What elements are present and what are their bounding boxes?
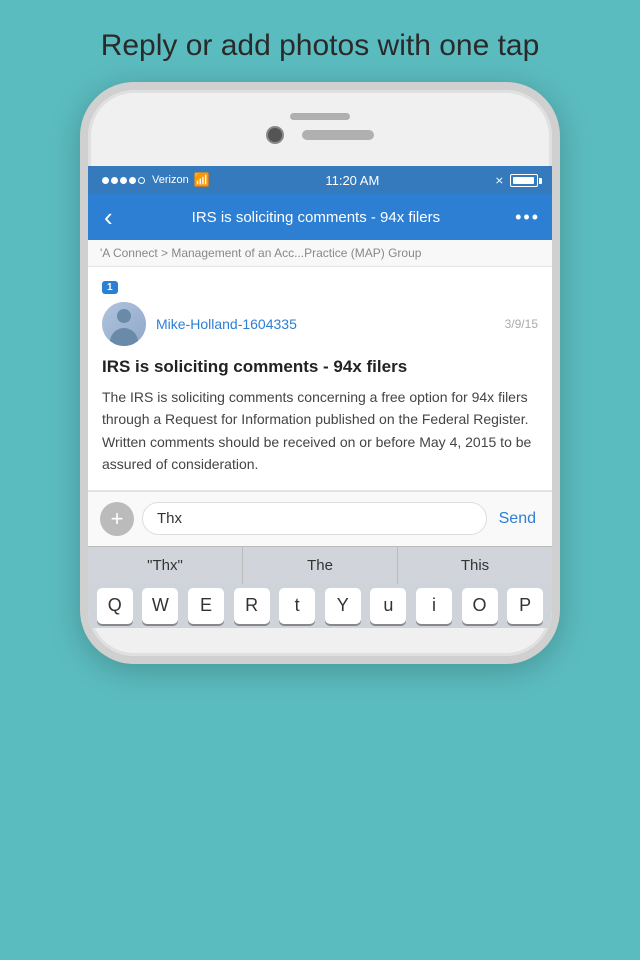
status-time: 11:20 AM [325, 173, 379, 188]
carrier-label: Verizon [152, 174, 189, 186]
autocomplete-bar: "Thx" The This [88, 546, 552, 584]
key-y[interactable]: Y [325, 588, 361, 624]
status-left: Verizon 📶 [102, 172, 210, 188]
sleep-button [558, 178, 560, 230]
add-media-button[interactable]: + [100, 502, 134, 536]
signal-dot-1 [102, 177, 109, 184]
post-date: 3/9/15 [505, 317, 538, 331]
battery-fill [513, 177, 534, 184]
wifi-icon: 📶 [194, 172, 210, 188]
bluetooth-icon: ⨯ [495, 174, 504, 187]
post-header: Mike-Holland-1604335 3/9/15 [102, 302, 538, 346]
back-button[interactable]: ‹ [100, 204, 117, 230]
post-badge: 1 [102, 281, 118, 294]
autocomplete-item-1[interactable]: The [243, 547, 398, 584]
key-o[interactable]: O [462, 588, 498, 624]
earpiece [302, 130, 374, 140]
phone-top [88, 90, 552, 166]
signal-dot-5 [138, 177, 145, 184]
camera [266, 126, 284, 144]
avatar-image [102, 302, 146, 346]
avatar [102, 302, 146, 346]
tagline: Reply or add photos with one tap [71, 0, 570, 82]
post-body: The IRS is soliciting comments concernin… [102, 386, 538, 476]
status-right: ⨯ [495, 174, 538, 187]
battery-icon [510, 174, 538, 187]
nav-bar: ‹ IRS is soliciting comments - 94x filer… [88, 194, 552, 240]
send-button[interactable]: Send [495, 510, 540, 528]
key-w[interactable]: W [142, 588, 178, 624]
reply-bar: + Thx Send [88, 491, 552, 546]
phone-shell: Verizon 📶 11:20 AM ⨯ ‹ IRS is soliciting… [80, 82, 560, 664]
camera-row [266, 126, 374, 144]
nav-more-button[interactable]: ••• [515, 207, 540, 228]
volume-up-button [80, 210, 82, 244]
speaker-slot [290, 113, 350, 120]
keyboard-row: Q W E R t Y u i O P [88, 584, 552, 628]
autocomplete-item-0[interactable]: "Thx" [88, 547, 243, 584]
key-t[interactable]: t [279, 588, 315, 624]
key-u[interactable]: u [370, 588, 406, 624]
key-p[interactable]: P [507, 588, 543, 624]
key-r[interactable]: R [234, 588, 270, 624]
volume-down-button [80, 252, 82, 286]
status-bar: Verizon 📶 11:20 AM ⨯ [88, 166, 552, 194]
post-meta: Mike-Holland-1604335 [156, 316, 495, 332]
nav-title: IRS is soliciting comments - 94x filers [125, 209, 507, 226]
reply-input[interactable]: Thx [142, 502, 487, 535]
post-title: IRS is soliciting comments - 94x filers [102, 356, 538, 378]
breadcrumb: 'A Connect > Management of an Acc...Prac… [88, 240, 552, 267]
post-author[interactable]: Mike-Holland-1604335 [156, 316, 495, 332]
post-area: 1 Mike-Holland-1604335 3/9/15 IRS is sol… [88, 267, 552, 491]
signal-dots [102, 177, 145, 184]
signal-dot-2 [111, 177, 118, 184]
key-q[interactable]: Q [97, 588, 133, 624]
key-i[interactable]: i [416, 588, 452, 624]
signal-dot-4 [129, 177, 136, 184]
autocomplete-item-2[interactable]: This [398, 547, 552, 584]
key-e[interactable]: E [188, 588, 224, 624]
signal-dot-3 [120, 177, 127, 184]
phone-screen: Verizon 📶 11:20 AM ⨯ ‹ IRS is soliciting… [88, 166, 552, 628]
